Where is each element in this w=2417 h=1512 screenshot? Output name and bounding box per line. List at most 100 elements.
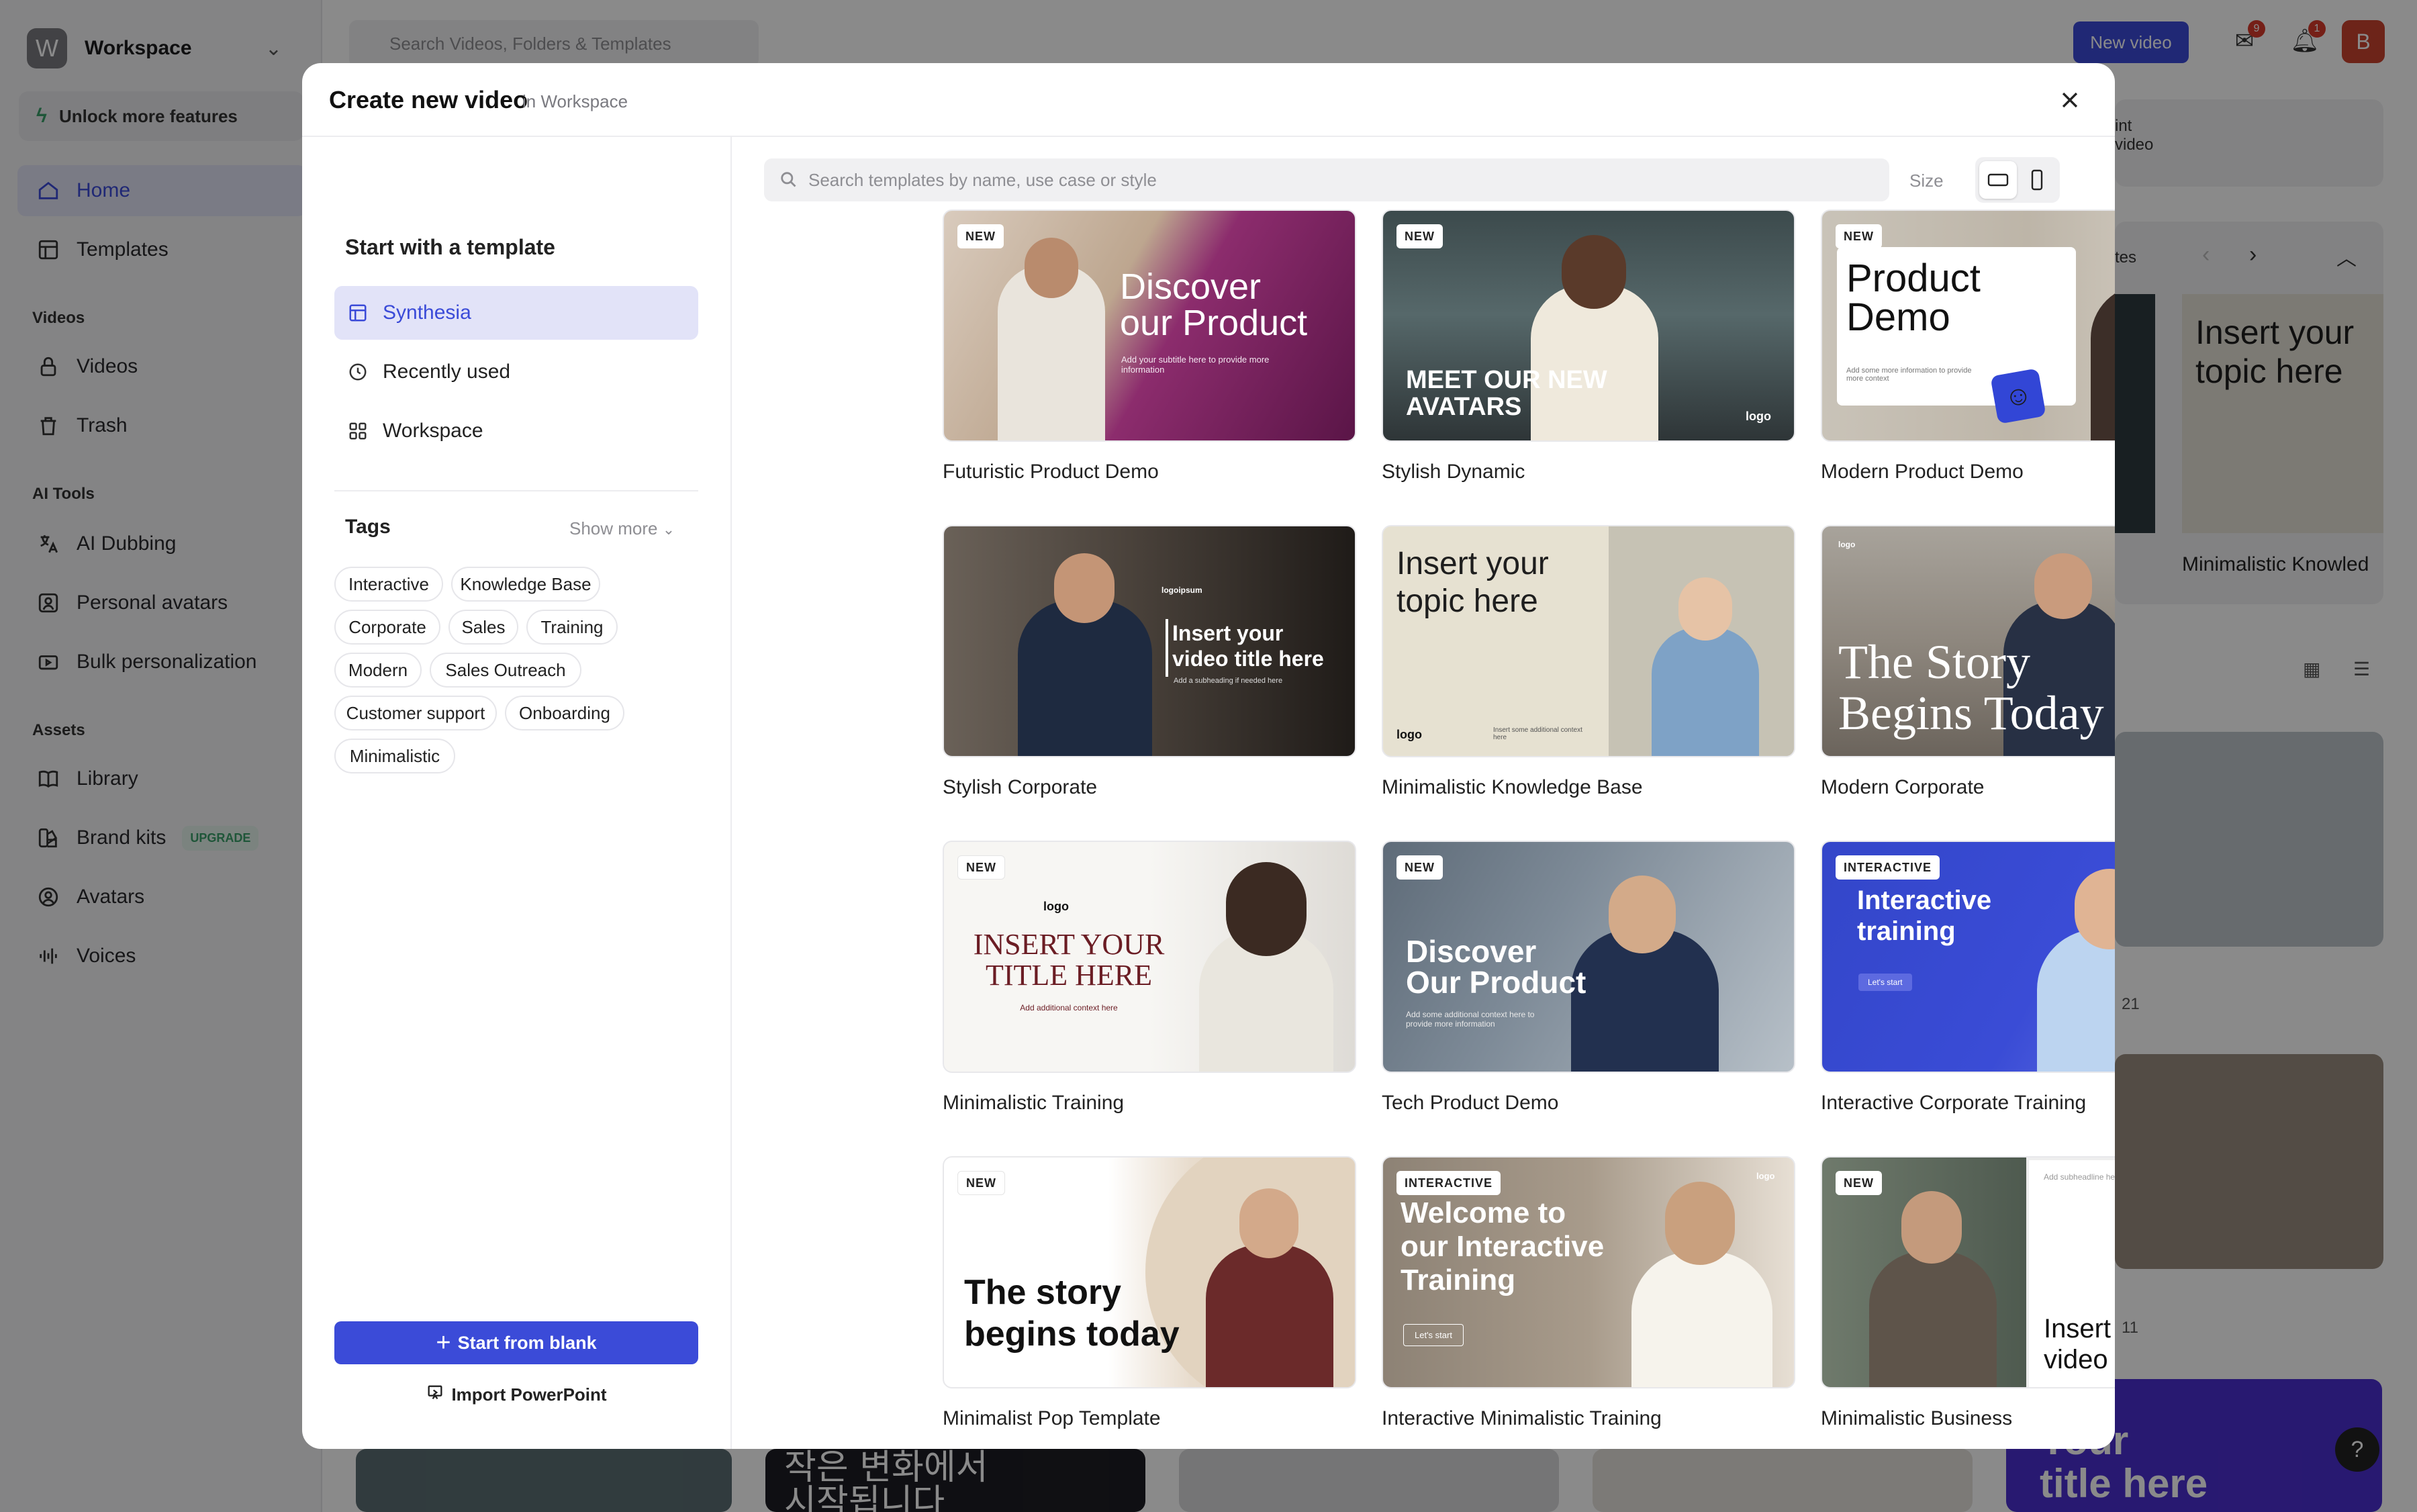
- template-name: Interactive Minimalistic Training: [1382, 1407, 1662, 1429]
- brand-logo: logo: [1756, 1171, 1775, 1181]
- presenter-head: [1562, 235, 1626, 309]
- template-thumbnail[interactable]: NEW Add subheadline here Insert yourvide…: [1821, 1156, 2115, 1388]
- template-card[interactable]: NEW MEET OUR NEW AVATARS logo Stylish Dyn…: [1382, 209, 1795, 483]
- show-more-button[interactable]: Show more ⌄: [569, 518, 675, 539]
- tag-chip[interactable]: Customer support: [334, 696, 497, 730]
- presenter-figure: [1206, 1245, 1333, 1387]
- brand-logo: logoipsum: [1162, 585, 1202, 595]
- interactive-badge: INTERACTIVE: [1836, 855, 1940, 880]
- tag-chip[interactable]: Knowledge Base: [451, 567, 600, 602]
- thumbnail-title: Welcome to our Interactive Training: [1401, 1196, 1605, 1296]
- tag-chip[interactable]: Sales Outreach: [430, 653, 581, 688]
- template-name: Futuristic Product Demo: [943, 461, 1159, 483]
- divider: [334, 490, 698, 491]
- template-card[interactable]: logo The Story Begins Today Modern Corpor…: [1821, 525, 2115, 798]
- tag-chip[interactable]: Corporate: [334, 610, 440, 645]
- brand-logo: logo: [1043, 900, 1069, 913]
- dialog-header: Create new video in Workspace: [302, 63, 2115, 137]
- source-recently-used[interactable]: Recently used: [334, 345, 698, 399]
- template-name: Minimalist Pop Template: [943, 1407, 1161, 1429]
- presenter-figure: [1652, 627, 1759, 756]
- presenter-figure: [2091, 285, 2115, 440]
- source-label: Synthesia: [383, 301, 471, 324]
- new-badge: NEW: [957, 1171, 1005, 1195]
- plus-icon: +: [436, 1329, 451, 1357]
- template-card[interactable]: NEW Product Demo Add some more informatio…: [1821, 209, 2115, 483]
- template-thumbnail[interactable]: INTERACTIVE logo Interactivetraining Let…: [1821, 841, 2115, 1073]
- button-label: Import PowerPoint: [451, 1384, 607, 1405]
- thumbnail-subtitle: Insert some additional context here: [1493, 726, 1582, 741]
- thumbnail-title: Insert your topic here: [1396, 546, 1549, 619]
- start-from-blank-button[interactable]: + Start from blank: [334, 1321, 698, 1364]
- template-card[interactable]: INTERACTIVE logo Welcome to our Interacti…: [1382, 1156, 1795, 1429]
- emoji-sticker-icon: ☺: [1990, 368, 2046, 424]
- thumbnail-title: Insert yourvideo title here: [1172, 621, 1324, 671]
- template-thumbnail[interactable]: INTERACTIVE logo Welcome to our Interacti…: [1382, 1156, 1795, 1388]
- thumbnail-title: Discover Our Product: [1406, 934, 1586, 1000]
- template-name: Minimalistic Business: [1821, 1407, 2013, 1429]
- new-badge: NEW: [957, 224, 1004, 248]
- thumbnail-title: Interactive training: [1857, 886, 1992, 946]
- new-badge: NEW: [1836, 1171, 1882, 1195]
- source-label: Workspace: [383, 420, 483, 442]
- size-label: Size: [1909, 171, 1944, 191]
- template-card[interactable]: NEW The story begins today Minimalist Pop…: [943, 1156, 1356, 1429]
- tag-chip[interactable]: Interactive: [334, 567, 443, 602]
- import-powerpoint-button[interactable]: Import PowerPoint: [334, 1379, 698, 1410]
- template-thumbnail[interactable]: NEW Discover Our Product Add some additio…: [1382, 841, 1795, 1073]
- template-name: Tech Product Demo: [1382, 1092, 1559, 1114]
- template-thumbnail[interactable]: NEW The story begins today: [943, 1156, 1356, 1388]
- thumbnail-cta: Let's start: [1858, 974, 1912, 991]
- template-thumbnail[interactable]: Insert your topic here logo Insert some a…: [1382, 525, 1795, 757]
- template-card[interactable]: INTERACTIVE logo Interactivetraining Let…: [1821, 841, 2115, 1114]
- template-thumbnail[interactable]: NEW logo INSERT YOUR TITLE HERE Add addit…: [943, 841, 1356, 1073]
- thumbnail-subtitle: Add subheadline here: [2044, 1172, 2115, 1182]
- template-name: Stylish Dynamic: [1382, 461, 1525, 483]
- chevron-down-icon: ⌄: [662, 521, 675, 538]
- template-card[interactable]: Insert your topic here logo Insert some a…: [1382, 525, 1795, 798]
- template-thumbnail[interactable]: logo The Story Begins Today: [1821, 525, 2115, 757]
- template-thumbnail[interactable]: NEW Product Demo Add some more informatio…: [1821, 209, 2115, 442]
- template-card[interactable]: NEW Add subheadline here Insert yourvide…: [1821, 1156, 2115, 1429]
- presenter-head: [1239, 1188, 1298, 1258]
- template-card[interactable]: NEW Discover Our Product Add some additio…: [1382, 841, 1795, 1114]
- template-search-input[interactable]: Search templates by name, use case or st…: [764, 158, 1889, 201]
- presenter-head: [1609, 876, 1676, 953]
- presenter-head: [1678, 577, 1732, 641]
- portrait-icon[interactable]: [2018, 161, 2056, 199]
- source-workspace[interactable]: Workspace: [334, 404, 698, 458]
- presenter-figure: [1018, 600, 1152, 756]
- tag-chip[interactable]: Sales: [448, 610, 518, 645]
- thumbnail-title: The Story Begins Today: [1838, 635, 2104, 740]
- thumbnail-title: Insert yourvideo title here: [2044, 1314, 2115, 1374]
- thumbnail-subtitle: Add your subtitle here to provide more i…: [1121, 355, 1270, 375]
- template-card[interactable]: logoipsum Insert your video title here Ad…: [943, 525, 1356, 798]
- template-thumbnail[interactable]: NEW MEET OUR NEW AVATARS logo: [1382, 209, 1795, 442]
- thumbnail-subtitle: Add some more information to provide mor…: [1846, 367, 1972, 383]
- start-template-heading: Start with a template: [345, 235, 555, 259]
- template-thumbnail[interactable]: logoipsum Insert your video title here Ad…: [943, 525, 1356, 757]
- interactive-badge: INTERACTIVE: [1396, 1171, 1501, 1195]
- size-toggle: [1975, 157, 2060, 203]
- template-name: Interactive Corporate Training: [1821, 1092, 2087, 1114]
- tag-chip[interactable]: Onboarding: [505, 696, 624, 730]
- tag-chip[interactable]: Training: [526, 610, 618, 645]
- source-label: Recently used: [383, 361, 511, 383]
- thumbnail-title: Product Demo: [1846, 256, 1981, 339]
- search-placeholder: Search templates by name, use case or st…: [808, 169, 1157, 190]
- tag-chip[interactable]: Modern: [334, 653, 422, 688]
- template-thumbnail[interactable]: NEW Discover our Product Add your subtitl…: [943, 209, 1356, 442]
- tags-title: Tags: [345, 516, 391, 538]
- source-synthesia[interactable]: Synthesia: [334, 286, 698, 340]
- landscape-icon[interactable]: [1979, 161, 2017, 199]
- tag-chip[interactable]: Minimalistic: [334, 739, 455, 773]
- close-icon[interactable]: [2053, 83, 2087, 117]
- clock-icon: [346, 361, 369, 383]
- template-card[interactable]: NEW Discover our Product Add your subtitl…: [943, 209, 1356, 483]
- template-name: Minimalistic Knowledge Base: [1382, 776, 1643, 798]
- template-card[interactable]: NEW logo INSERT YOUR TITLE HERE Add addit…: [943, 841, 1356, 1114]
- presenter-figure: [1869, 1251, 1997, 1387]
- template-name: Modern Product Demo: [1821, 461, 2024, 483]
- thumbnail-title: The story begins today: [964, 1273, 1180, 1354]
- search-icon: [779, 170, 798, 193]
